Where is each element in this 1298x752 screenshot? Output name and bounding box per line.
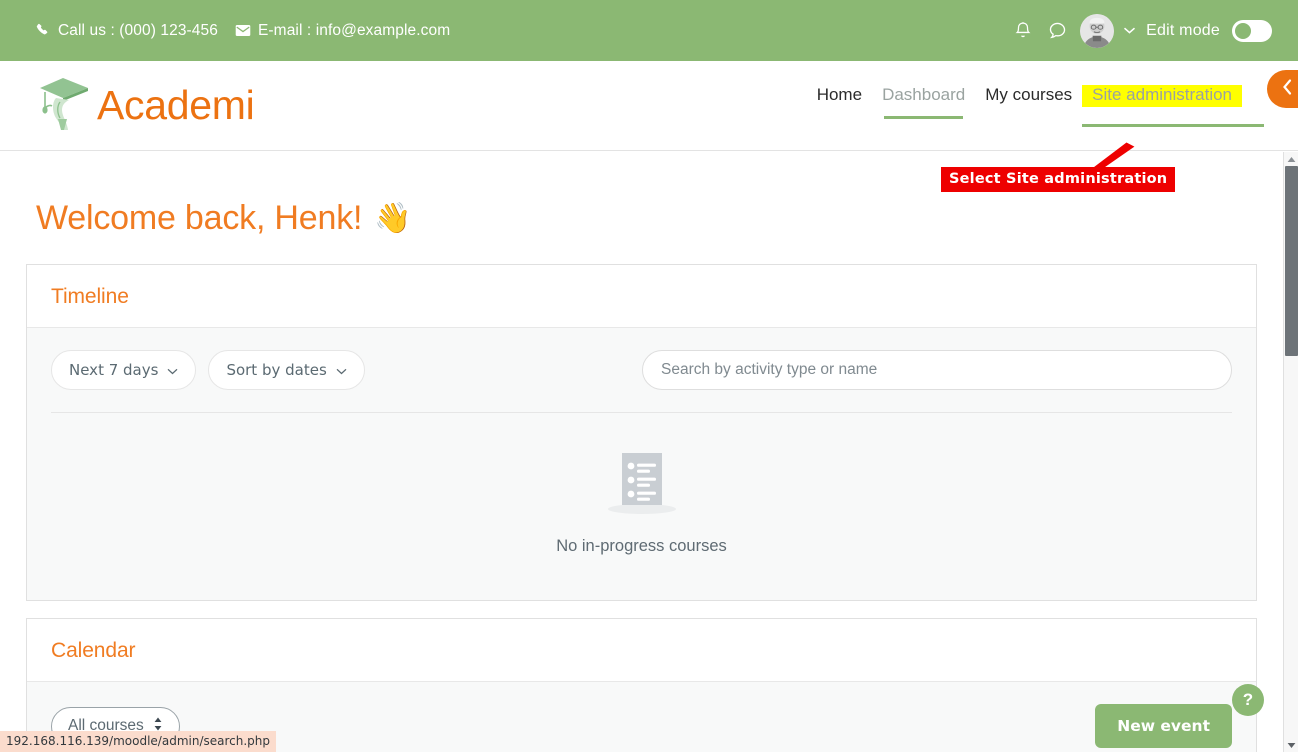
timeline-title: Timeline (51, 285, 129, 308)
timeline-card-header: Timeline (27, 265, 1256, 328)
site-logo[interactable]: Academi (36, 72, 255, 139)
message-bubble-icon[interactable] (1040, 14, 1074, 48)
browser-viewport: Call us : (000) 123-456 E-mail : info@ex… (0, 0, 1298, 752)
timeline-filters: Next 7 days Sort by dates (51, 350, 1232, 390)
side-panel-toggle-button[interactable] (1267, 70, 1298, 108)
top-contact-bar: Call us : (000) 123-456 E-mail : info@ex… (0, 0, 1298, 61)
triangle-down-icon[interactable] (1284, 738, 1298, 752)
email-contact[interactable]: E-mail : info@example.com (235, 22, 450, 40)
course-list-icon (592, 447, 692, 519)
topbar-actions: Edit mode (1006, 13, 1280, 48)
timeline-empty-state: No in-progress courses (51, 413, 1232, 576)
nav-item-site-administration[interactable]: Site administration (1082, 84, 1264, 127)
email-label: E-mail : info@example.com (257, 21, 451, 39)
timeline-sort-label: Sort by dates (226, 361, 327, 379)
timeline-sort-filter[interactable]: Sort by dates (208, 350, 365, 390)
envelope-icon (235, 24, 251, 37)
phone-contact[interactable]: Call us : (000) 123-456 (36, 22, 218, 40)
timeline-range-label: Next 7 days (69, 361, 159, 379)
new-event-button[interactable]: New event (1095, 704, 1232, 748)
nav-item-home[interactable]: Home (807, 85, 872, 127)
annotation-callout: Select Site administration (941, 167, 1176, 192)
triangle-up-icon[interactable] (1284, 152, 1298, 166)
search-input[interactable] (642, 350, 1232, 390)
timeline-empty-text: No in-progress courses (556, 537, 727, 555)
graduation-cap-icon (36, 72, 92, 139)
edit-mode-toggle[interactable] (1232, 19, 1272, 42)
chevron-left-icon (1281, 78, 1294, 101)
page-scrollbar[interactable] (1283, 152, 1298, 752)
edit-mode-label: Edit mode (1146, 21, 1220, 39)
content-container: Welcome back, Henk! 👋 Timeline Next 7 da… (0, 152, 1283, 752)
bell-icon[interactable] (1006, 14, 1040, 48)
page-content: Welcome back, Henk! 👋 Timeline Next 7 da… (0, 152, 1283, 752)
timeline-card-body: Next 7 days Sort by dates Search by acti… (27, 328, 1256, 600)
nav-item-dashboard[interactable]: Dashboard (872, 85, 975, 127)
help-button[interactable]: ? (1232, 684, 1264, 716)
timeline-range-filter[interactable]: Next 7 days (51, 350, 197, 390)
timeline-card: Timeline Next 7 days Sort by dates Searc… (26, 264, 1257, 601)
welcome-text: Welcome back, Henk! (36, 199, 363, 237)
scrollbar-thumb[interactable] (1285, 166, 1298, 356)
contact-info-group: Call us : (000) 123-456 E-mail : info@ex… (36, 22, 450, 40)
chevron-down-icon (167, 361, 178, 379)
calendar-title: Calendar (51, 639, 136, 662)
phone-icon (36, 23, 51, 38)
calendar-card-header: Calendar (27, 619, 1256, 682)
brand-name: Academi (97, 82, 255, 128)
chevron-down-icon (336, 361, 347, 379)
user-menu-chevron-down-icon[interactable] (1123, 26, 1136, 35)
toggle-knob (1235, 22, 1251, 39)
avatar[interactable] (1080, 13, 1115, 48)
status-bar-url: 192.168.116.139/moodle/admin/search.php (0, 731, 277, 752)
waving-hand-icon: 👋 (374, 201, 412, 235)
timeline-search-wrapper (642, 350, 1232, 390)
phone-label: Call us : (000) 123-456 (58, 21, 218, 39)
